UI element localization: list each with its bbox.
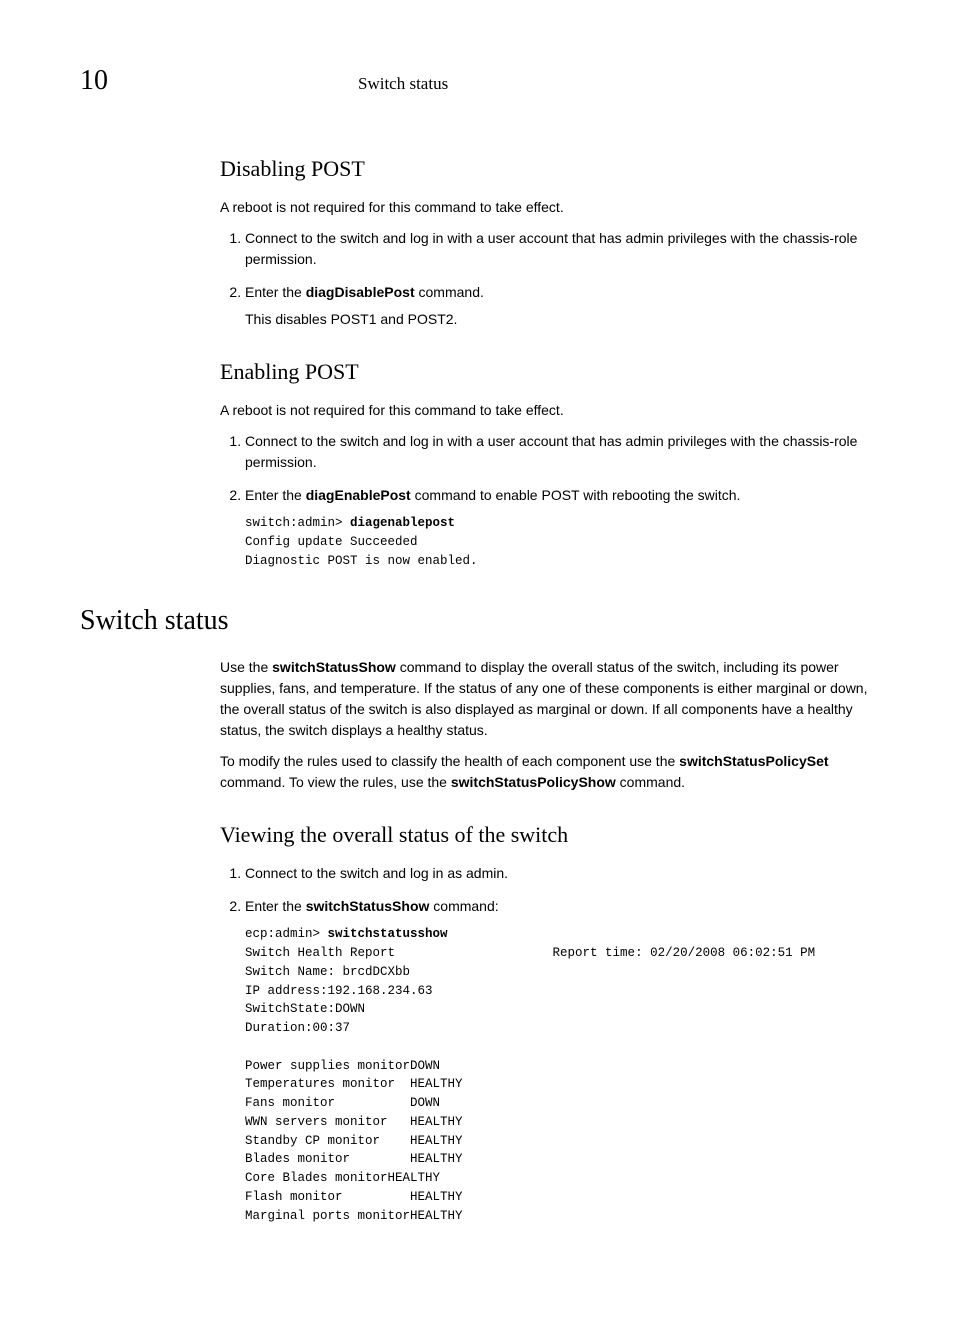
step-text-post: command to enable POST with rebooting th… [411,487,741,503]
list-item: Enter the diagEnablePost command to enab… [245,485,874,570]
code-prompt: ecp:admin> [245,927,328,941]
list-item: Enter the switchStatusShow command: ecp:… [245,896,874,1225]
page-content: Disabling POST A reboot is not required … [220,152,874,1225]
list-item: Connect to the switch and log in as admi… [245,863,874,884]
command-name: switchStatusShow [306,898,430,914]
step-text: Connect to the switch and log in as admi… [245,865,508,881]
code-output: Switch Health Report Report time: 02/20/… [245,946,815,1223]
step-text-pre: Enter the [245,898,306,914]
page-header-title: Switch status [358,71,448,97]
page-header: 10 Switch status [80,60,874,102]
command-name: diagDisablePost [306,284,415,300]
list-item: Connect to the switch and log in with a … [245,431,874,473]
command-name: diagEnablePost [306,487,411,503]
code-command: switchstatusshow [328,927,448,941]
step-sub-text: This disables POST1 and POST2. [245,309,874,330]
command-name: switchStatusShow [272,659,396,675]
command-name: switchStatusPolicyShow [451,774,616,790]
para-text-mid: command. To view the rules, use the [220,774,451,790]
para-text-pre: To modify the rules used to classify the… [220,753,679,769]
disabling-post-intro: A reboot is not required for this comman… [220,197,874,218]
step-text-post: command. [415,284,484,300]
page-number: 10 [80,60,108,102]
disabling-post-steps: Connect to the switch and log in with a … [220,228,874,330]
para-text-pre: Use the [220,659,272,675]
code-command: diagenablepost [350,516,455,530]
viewing-status-heading: Viewing the overall status of the switch [220,818,874,851]
code-block: ecp:admin> switchstatusshow Switch Healt… [245,925,874,1225]
enabling-post-intro: A reboot is not required for this comman… [220,400,874,421]
code-prompt: switch:admin> [245,516,350,530]
switch-status-para1: Use the switchStatusShow command to disp… [220,657,874,741]
viewing-status-steps: Connect to the switch and log in as admi… [220,863,874,1225]
code-block: switch:admin> diagenablepost Config upda… [245,514,874,570]
enabling-post-steps: Connect to the switch and log in with a … [220,431,874,570]
switch-status-heading: Switch status [80,600,874,642]
switch-status-para2: To modify the rules used to classify the… [220,751,874,793]
disabling-post-heading: Disabling POST [220,152,874,185]
enabling-post-heading: Enabling POST [220,355,874,388]
step-text: Connect to the switch and log in with a … [245,433,857,470]
list-item: Enter the diagDisablePost command. This … [245,282,874,330]
para-text-post: command. [616,774,685,790]
step-text-pre: Enter the [245,284,306,300]
command-name: switchStatusPolicySet [679,753,828,769]
step-text-post: command: [429,898,498,914]
code-output: Config update Succeeded Diagnostic POST … [245,535,478,568]
list-item: Connect to the switch and log in with a … [245,228,874,270]
step-text-pre: Enter the [245,487,306,503]
step-text: Connect to the switch and log in with a … [245,230,857,267]
